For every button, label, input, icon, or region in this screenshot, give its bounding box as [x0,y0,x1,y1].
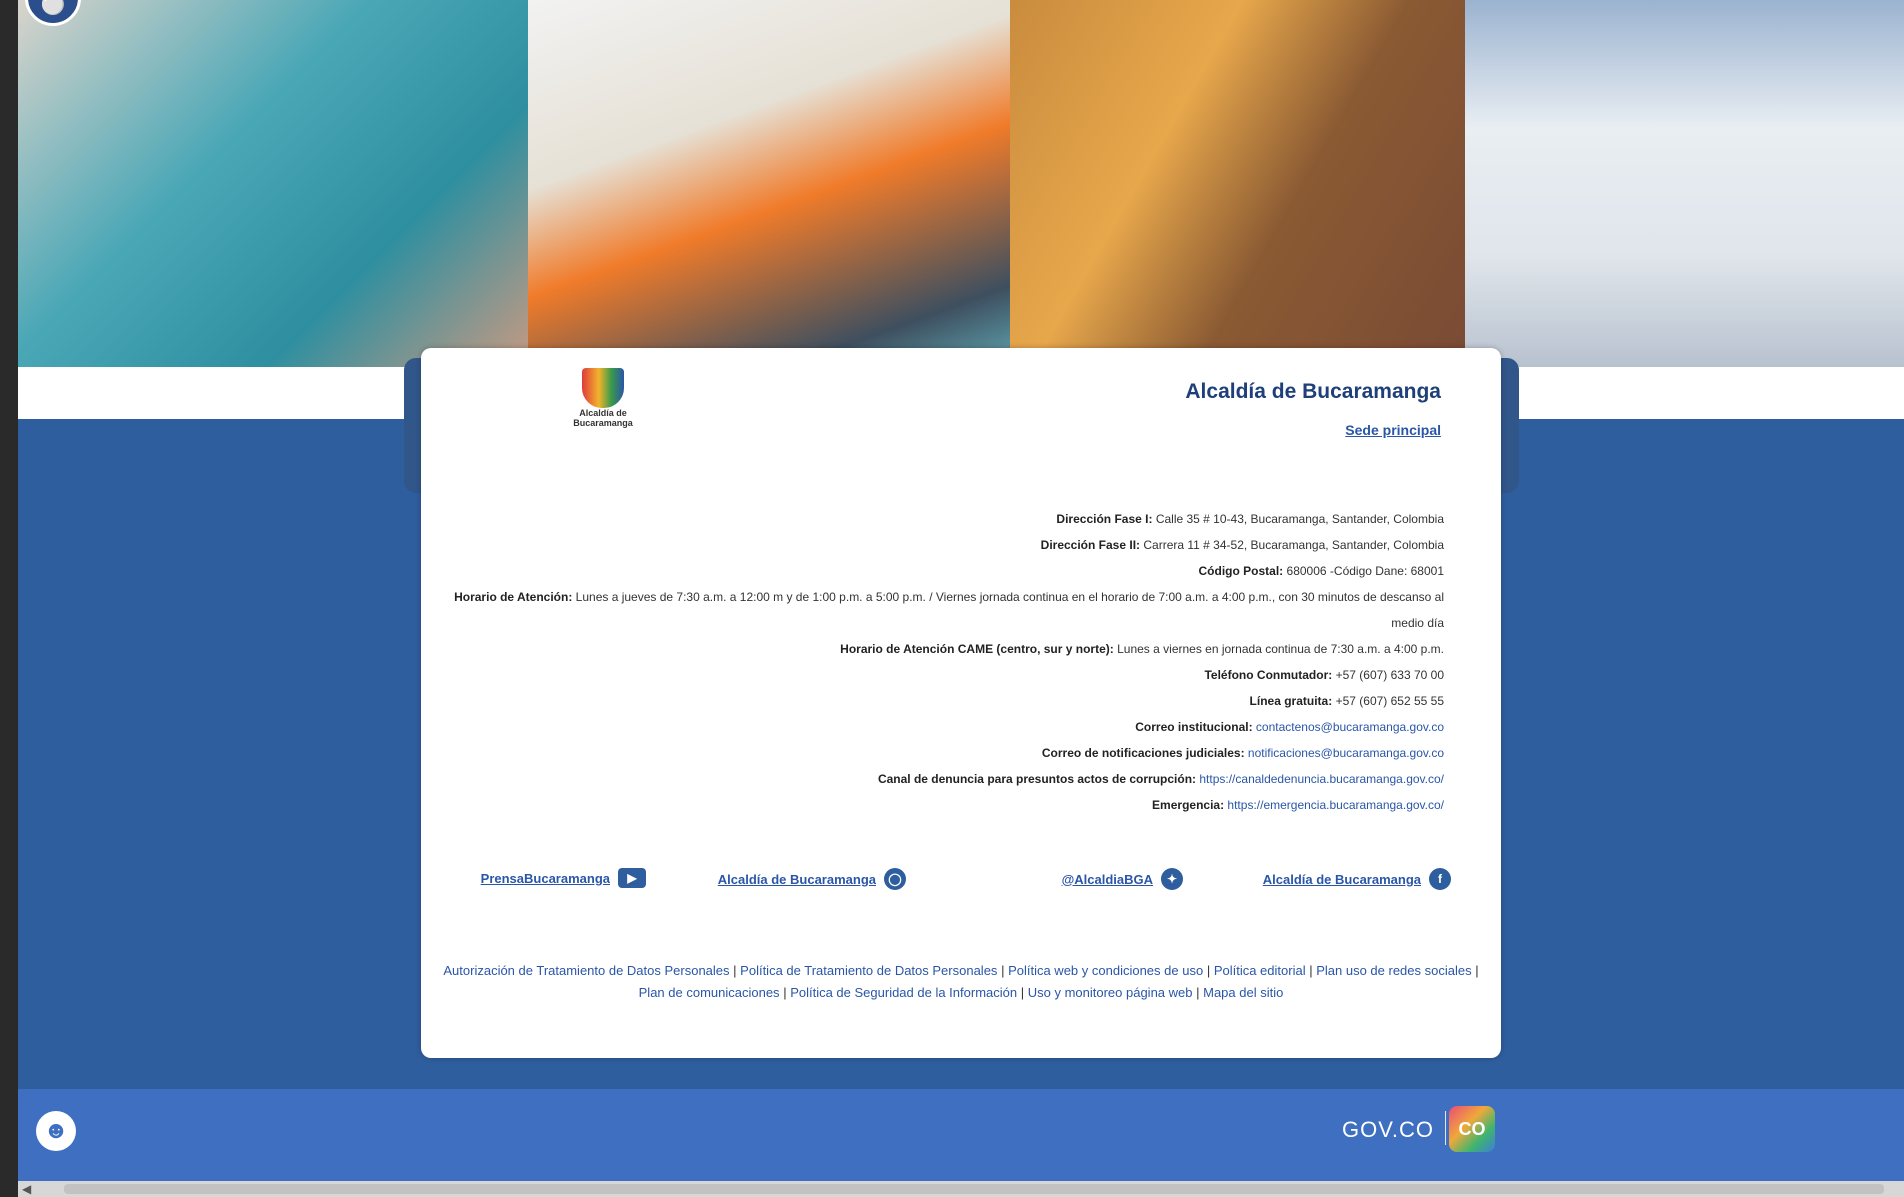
corruption-channel-link[interactable]: https://canaldedenuncia.bucaramanga.gov.… [1199,772,1444,786]
children-photo [528,0,1010,367]
instagram-label: Alcaldía de Bucaramanga [717,871,876,887]
page-title: Alcaldía de Bucaramanga [1185,380,1441,403]
social-instagram[interactable]: Alcaldía de Bucaramanga ◯ [718,868,906,890]
youtube-icon: ▶ [618,868,646,888]
phone-switchboard: Teléfono Conmutador: +57 (607) 633 70 00 [1204,668,1444,682]
scroll-left-icon[interactable]: ◀ [22,1182,31,1196]
logo-caption: Alcaldía de Bucaramanga [573,408,633,428]
office-hours: Horario de Atención: Lunes a jueves de 7… [454,590,1444,630]
vaccination-photo [18,0,528,367]
institutional-email-link[interactable]: contactenos@bucaramanga.gov.co [1256,720,1444,734]
footer-link[interactable]: Plan uso de redes sociales [1316,963,1471,978]
footer-link[interactable]: Uso y monitoreo página web [1028,985,1193,1000]
saxophone-photo [1010,0,1465,367]
header-photo-strip [18,0,1904,367]
horizontal-scrollbar[interactable]: ◀ [18,1181,1904,1197]
contact-card: Alcaldía de Bucaramanga Alcaldía de Buca… [421,348,1501,1058]
twitter-label: @AlcaldiaBGA [1061,871,1153,887]
twitter-icon: ✦ [1161,868,1183,890]
footer-links: Autorización de Tratamiento de Datos Per… [443,963,1479,1000]
postal-code: Código Postal: 680006 -Código Dane: 6800… [1198,564,1444,578]
footer-link[interactable]: Autorización de Tratamiento de Datos Per… [443,963,729,978]
cathedral-photo [1465,0,1904,367]
emergency: Emergencia: https://emergencia.bucaraman… [1152,798,1444,812]
came-hours: Horario de Atención CAME (centro, sur y … [840,642,1444,656]
social-twitter[interactable]: @AlcaldiaBGA ✦ [1062,868,1183,890]
address-phase-2: Dirección Fase II: Carrera 11 # 34-52, B… [1040,538,1444,552]
scrollbar-thumb[interactable] [64,1184,1884,1194]
accessibility-icon: ⚪ [40,0,66,16]
facebook-label: Alcaldía de Bucaramanga [1262,871,1421,887]
footer-link[interactable]: Política web y condiciones de uso [1008,963,1203,978]
left-edge [0,0,18,1197]
coat-of-arms-icon [582,368,624,408]
judicial-email-link[interactable]: notificaciones@bucaramanga.gov.co [1248,746,1444,760]
contact-info: Dirección Fase I: Calle 35 # 10-43, Buca… [444,506,1444,818]
address-phase-1: Dirección Fase I: Calle 35 # 10-43, Buca… [1056,512,1444,526]
footer-link[interactable]: Política de Tratamiento de Datos Persona… [740,963,997,978]
govbar-divider [1445,1111,1446,1145]
colombia-co-logo[interactable]: CO [1449,1106,1495,1152]
facebook-icon: f [1429,868,1451,890]
social-facebook[interactable]: Alcaldía de Bucaramanga f [1263,868,1451,890]
footer-link[interactable]: Plan de comunicaciones [639,985,780,1000]
toll-free-line: Línea gratuita: +57 (607) 652 55 55 [1249,694,1444,708]
youtube-label: PrensaBucaramanga [480,870,610,886]
emergency-link[interactable]: https://emergencia.bucaramanga.gov.co/ [1227,798,1444,812]
instagram-icon: ◯ [884,868,906,890]
sede-principal-link[interactable]: Sede principal [1345,422,1441,438]
corruption-channel: Canal de denuncia para presuntos actos d… [877,772,1444,786]
govco-logo[interactable]: GOV.CO [1342,1117,1434,1143]
alcaldia-logo[interactable]: Alcaldía de Bucaramanga [573,368,633,434]
footer-link[interactable]: Mapa del sitio [1203,985,1283,1000]
judicial-email: Correo de notificaciones judiciales: not… [1041,746,1444,760]
institutional-email: Correo institucional: contactenos@bucara… [1135,720,1444,734]
footer-link[interactable]: Política editorial [1214,963,1306,978]
gov-co-bar: ☻ GOV.CO CO [18,1089,1904,1181]
user-icon[interactable]: ☻ [36,1111,76,1151]
footer-link[interactable]: Política de Seguridad de la Información [790,985,1017,1000]
social-youtube[interactable]: PrensaBucaramanga ▶ [481,868,646,888]
